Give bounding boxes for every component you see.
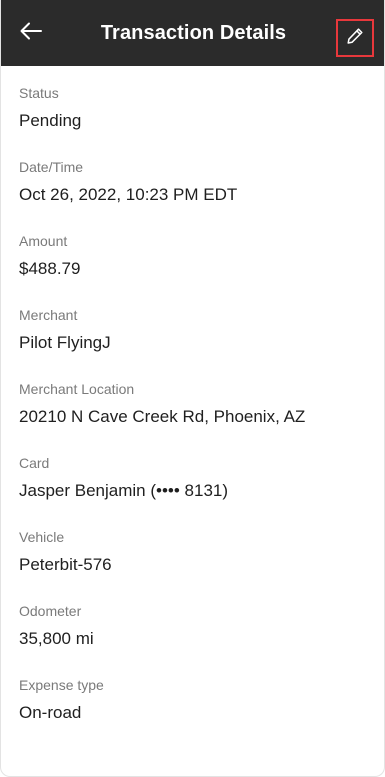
status-field: Status Pending bbox=[19, 84, 372, 158]
odometer-field: Odometer 35,800 mi bbox=[19, 602, 372, 676]
edit-button[interactable] bbox=[336, 19, 374, 57]
field-value: $488.79 bbox=[19, 259, 81, 278]
date-time-field: Date/Time Oct 26, 2022, 10:23 PM EDT bbox=[19, 158, 372, 232]
field-label: Status bbox=[19, 85, 59, 101]
app-bar: Transaction Details bbox=[1, 0, 384, 66]
field-value: Pilot FlyingJ bbox=[19, 333, 111, 352]
field-label: Amount bbox=[19, 233, 68, 249]
field-value: 35,800 mi bbox=[19, 629, 94, 648]
field-label: Merchant Location bbox=[19, 381, 135, 397]
field-label: Card bbox=[19, 455, 50, 471]
field-value: 20210 N Cave Creek Rd, Phoenix, AZ bbox=[19, 407, 306, 426]
field-value: On-road bbox=[19, 703, 82, 722]
field-value: Peterbit-576 bbox=[19, 555, 112, 574]
field-value: Oct 26, 2022, 10:23 PM EDT bbox=[19, 185, 238, 204]
transaction-details-screen: Transaction Details Status Pending Date/… bbox=[0, 0, 385, 777]
page-title: Transaction Details bbox=[100, 21, 287, 44]
expense-type-field: Expense type On-road bbox=[19, 676, 372, 750]
field-value: Pending bbox=[19, 111, 82, 130]
field-label: Vehicle bbox=[19, 529, 65, 545]
field-label: Merchant bbox=[19, 307, 78, 323]
field-label: Expense type bbox=[19, 677, 104, 693]
arrow-left-icon bbox=[20, 22, 42, 45]
back-button[interactable] bbox=[15, 17, 47, 49]
merchant-field: Merchant Pilot FlyingJ bbox=[19, 306, 372, 380]
pencil-icon bbox=[346, 27, 364, 50]
merchant-location-field: Merchant Location 20210 N Cave Creek Rd,… bbox=[19, 380, 372, 454]
card-field: Card Jasper Benjamin (•••• 8131) bbox=[19, 454, 372, 528]
field-value: Jasper Benjamin (•••• 8131) bbox=[19, 481, 229, 500]
field-label: Odometer bbox=[19, 603, 82, 619]
field-label: Date/Time bbox=[19, 159, 84, 175]
amount-field: Amount $488.79 bbox=[19, 232, 372, 306]
vehicle-field: Vehicle Peterbit-576 bbox=[19, 528, 372, 602]
details-list: Status Pending Date/Time Oct 26, 2022, 1… bbox=[19, 84, 372, 750]
